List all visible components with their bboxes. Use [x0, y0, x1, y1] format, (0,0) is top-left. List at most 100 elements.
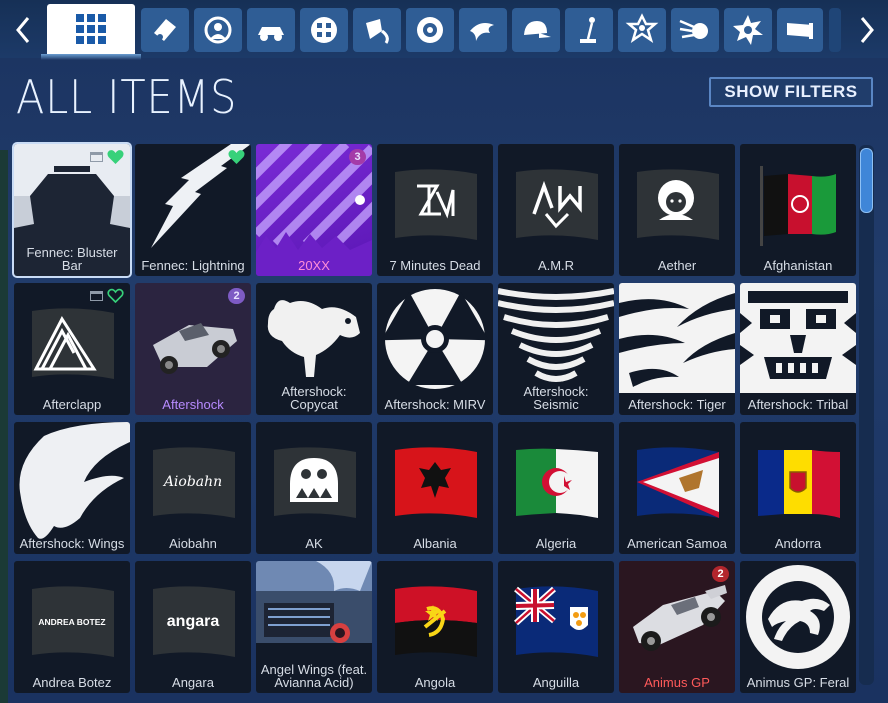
engine-audio-icon [733, 15, 763, 45]
item-grid-scrollbar[interactable] [859, 145, 874, 685]
flag-wordmark: angara [167, 613, 220, 630]
tab-rocket-boosts[interactable] [459, 8, 507, 52]
item-card[interactable]: 2 Animus GP [619, 561, 735, 693]
decal-preview-image [740, 283, 856, 393]
scrollbar-thumb[interactable] [860, 148, 873, 213]
car-body-icon [258, 27, 284, 41]
wheels-icon [311, 17, 337, 43]
item-card[interactable]: Aiobahn Aiobahn [135, 422, 251, 554]
item-card[interactable]: Fennec: Lightning [135, 144, 251, 276]
previous-category-arrow[interactable] [8, 8, 38, 52]
item-name: Angel Wings (feat. Avianna Acid) [260, 662, 368, 690]
tradeable-icon [90, 152, 103, 162]
avatar-border-icon [204, 16, 232, 44]
tab-trails[interactable] [671, 8, 719, 52]
quantity-badge: 3 [349, 149, 366, 165]
item-card[interactable]: Aether [619, 144, 735, 276]
tab-decals[interactable] [141, 8, 189, 52]
item-name: Animus GP [644, 675, 710, 690]
item-card[interactable]: Fennec: Bluster Bar [14, 144, 130, 276]
chevron-left-icon [16, 17, 30, 43]
tab-wheels[interactable] [300, 8, 348, 52]
item-name: Animus GP: Feral [746, 675, 850, 690]
tab-overflow[interactable] [829, 8, 841, 52]
item-card[interactable]: 7 Minutes Dead [377, 144, 493, 276]
item-name: Aether [657, 258, 697, 273]
flag-preview-image [395, 586, 477, 657]
item-card[interactable]: angara Angara [135, 561, 251, 693]
item-name: 7 Minutes Dead [389, 258, 481, 273]
player-banner-icon [787, 23, 813, 39]
item-card[interactable]: Andorra [740, 422, 856, 554]
quantity-badge: 2 [712, 566, 729, 582]
item-card[interactable]: Aftershock: Tiger [619, 283, 735, 415]
tab-player-banners[interactable] [777, 8, 823, 52]
goal-explosion-icon [417, 17, 443, 43]
tab-banners[interactable] [618, 8, 666, 52]
item-name: Aftershock: Copycat [281, 384, 347, 412]
item-card[interactable]: Albania [377, 422, 493, 554]
favorite-heart-icon[interactable] [107, 288, 124, 304]
item-card[interactable]: American Samoa [619, 422, 735, 554]
quantity-badge: 2 [228, 288, 245, 304]
tab-antennas[interactable] [565, 8, 613, 52]
item-name: Andrea Botez [32, 675, 112, 690]
flag-preview-image [395, 447, 477, 518]
item-card[interactable]: Afghanistan [740, 144, 856, 276]
decal-preview-image [381, 289, 489, 389]
tab-engine-audio[interactable] [724, 8, 772, 52]
item-name: Andorra [774, 536, 822, 551]
item-card[interactable]: Angel Wings (feat. Avianna Acid) [256, 561, 372, 693]
show-filters-button[interactable]: SHOW FILTERS [709, 77, 873, 107]
item-card[interactable]: 2 Aftershock [135, 283, 251, 415]
item-name: Albania [413, 536, 457, 551]
item-name: Afterclapp [42, 397, 102, 412]
favorite-heart-icon[interactable] [107, 149, 124, 165]
favorite-heart-icon[interactable] [228, 149, 245, 165]
item-name: Aftershock: Tribal [747, 397, 849, 412]
decal-preview-image [19, 422, 130, 539]
item-card[interactable]: A.M.R [498, 144, 614, 276]
item-card[interactable]: Aftershock: MIRV [377, 283, 493, 415]
item-name: Aftershock: MIRV [384, 397, 486, 412]
item-card[interactable]: Aftershock: Tribal [740, 283, 856, 415]
item-card[interactable]: Aftershock: Seismic [498, 283, 614, 415]
flag-preview-image [637, 447, 719, 518]
tab-paint-finishes[interactable] [353, 8, 401, 52]
item-name: Anguilla [532, 675, 580, 690]
flag-preview-image [516, 448, 598, 518]
flag-wordmark: Aiobahn [162, 474, 222, 490]
topper-cap-icon [524, 21, 551, 38]
flag-preview-image [513, 586, 598, 657]
tab-goal-explosions[interactable] [406, 8, 454, 52]
decal-icon [154, 19, 176, 41]
item-name: Aftershock: Wings [19, 536, 125, 551]
item-name: A.M.R [537, 258, 575, 273]
all-items-grid-icon [76, 14, 106, 44]
banner-icon [625, 13, 659, 43]
item-name: AK [305, 536, 323, 551]
flag-preview-image [274, 447, 356, 518]
paint-finish-icon [366, 19, 389, 44]
tab-avatar-borders[interactable] [194, 8, 242, 52]
item-card[interactable]: Aftershock: Wings [14, 422, 130, 554]
item-card[interactable]: Anguilla [498, 561, 614, 693]
tab-toppers[interactable] [512, 8, 560, 52]
item-card[interactable]: Afterclapp [14, 283, 130, 415]
item-card[interactable]: Aftershock: Copycat [256, 283, 372, 415]
item-card[interactable]: ANDREA BOTEZ Andrea Botez [14, 561, 130, 693]
tab-car-bodies[interactable] [247, 8, 295, 52]
item-card[interactable]: 3 20XX [256, 144, 372, 276]
antenna-icon [580, 17, 596, 43]
next-category-arrow[interactable] [852, 8, 882, 52]
item-card[interactable]: Angola [377, 561, 493, 693]
rocket-boost-icon [470, 23, 494, 41]
item-name: 20XX [298, 258, 330, 273]
item-name: Fennec: Bluster Bar [26, 245, 118, 273]
item-card[interactable]: Animus GP: Feral [740, 561, 856, 693]
item-card[interactable]: Algeria [498, 422, 614, 554]
tab-all-items[interactable] [41, 4, 141, 60]
flag-preview-image: ANDREA BOTEZ [32, 586, 114, 657]
item-card[interactable]: AK [256, 422, 372, 554]
item-name: Afghanistan [763, 258, 833, 273]
